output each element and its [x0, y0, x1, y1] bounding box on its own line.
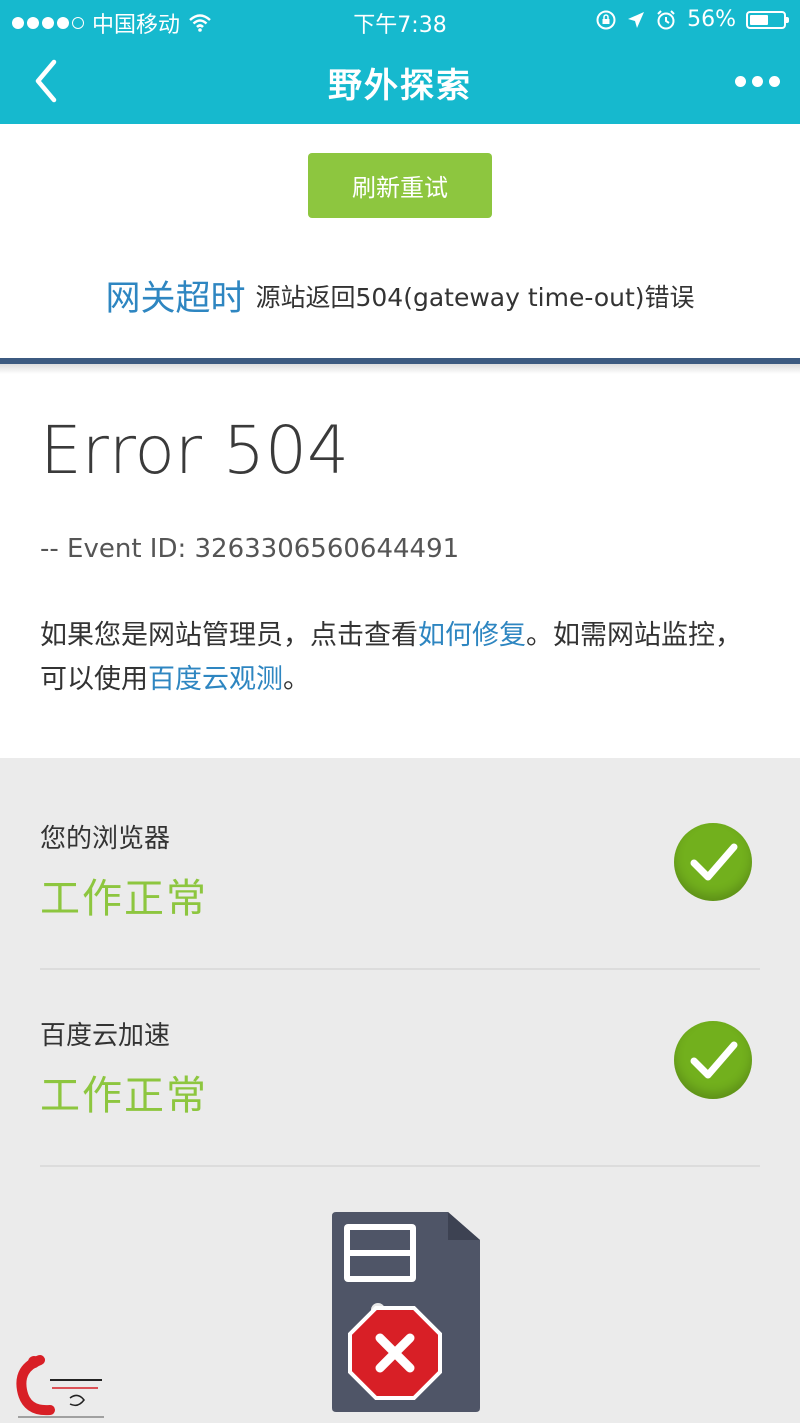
- navigation-bar: 野外探索: [0, 40, 800, 124]
- rotation-lock-icon: [596, 10, 616, 29]
- battery-icon: [746, 10, 789, 29]
- more-button[interactable]: [732, 68, 782, 94]
- more-dot: [751, 75, 763, 87]
- how-to-fix-link[interactable]: 如何修复: [418, 620, 526, 651]
- check-icon: [674, 823, 752, 901]
- browser-check-label: 您的浏览器: [40, 824, 171, 854]
- gateway-message: 源站返回504(gateway time-out)错误: [255, 282, 695, 312]
- page-title: 野外探索: [328, 66, 472, 106]
- cdn-check-label: 百度云加速: [40, 1021, 171, 1051]
- header-bar: 中国移动 下午7:38 56% 野外探索: [0, 0, 800, 124]
- battery-percent: 56%: [687, 7, 736, 32]
- server-error-icon: [332, 1212, 480, 1412]
- more-dot: [734, 75, 746, 87]
- status-bar: 中国移动 下午7:38 56%: [0, 0, 800, 40]
- more-dot: [768, 75, 780, 87]
- location-arrow-icon: [628, 11, 645, 28]
- gateway-title: 网关超时: [105, 279, 246, 319]
- cdn-check-status: 工作正常: [40, 1073, 208, 1119]
- divider-shadow: [0, 364, 800, 374]
- error-code-title: Error 504: [40, 412, 349, 489]
- row-divider: [40, 1165, 760, 1167]
- desc-text: 如果您是网站管理员，点击查看: [40, 620, 418, 651]
- error-description: 如果您是网站管理员，点击查看如何修复。如需网站监控，可以使用百度云观测。: [40, 614, 760, 702]
- alarm-icon: [657, 9, 675, 29]
- row-divider: [40, 968, 760, 970]
- watermark-logo-icon: [16, 1355, 104, 1418]
- event-id: -- Event ID: 3263306560644491: [40, 534, 460, 564]
- browser-check-status: 工作正常: [40, 876, 208, 922]
- check-icon: [674, 1021, 752, 1099]
- gateway-timeout-heading: 网关超时 源站返回504(gateway time-out)错误: [0, 270, 800, 321]
- baidu-cloud-monitor-link[interactable]: 百度云观测: [148, 664, 283, 695]
- desc-text: 。: [283, 664, 310, 695]
- refresh-retry-button[interactable]: 刷新重试: [308, 153, 492, 218]
